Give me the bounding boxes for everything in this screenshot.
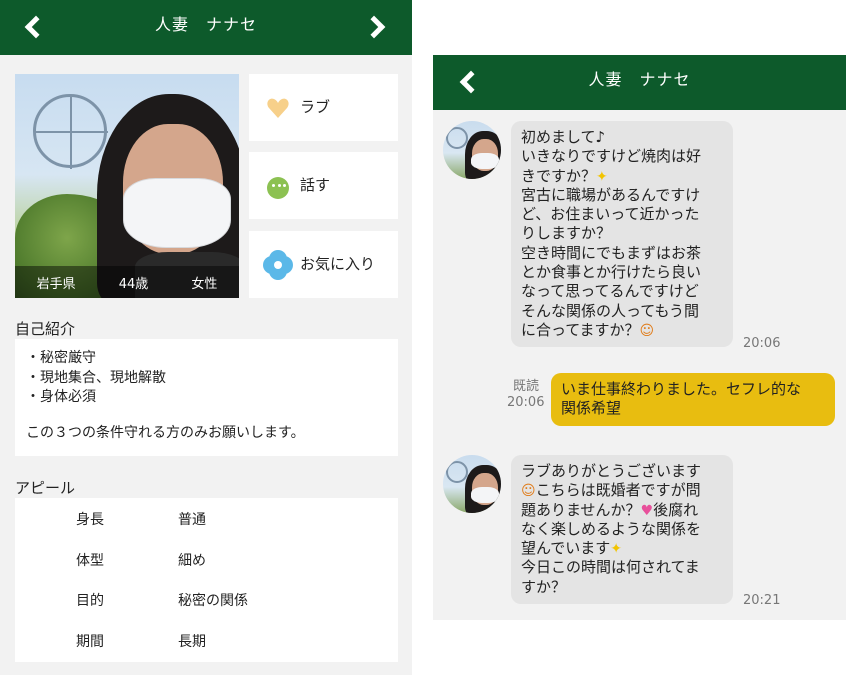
appeal-value: 細め — [178, 553, 206, 569]
photo-meta: 岩手県 44歳 女性 — [15, 266, 239, 298]
chat-bubble-icon — [267, 177, 289, 199]
favorite-button[interactable]: お気に入り — [249, 231, 398, 298]
message-line: 後腐れ — [653, 500, 699, 519]
appeal-key: 目的 — [76, 593, 104, 609]
favorite-label: お気に入り — [300, 255, 376, 273]
two-hearts-icon: ♥ — [640, 502, 654, 519]
appeal-table: 身長 普通 体型 細め 目的 秘密の関係 期間 長期 — [15, 498, 398, 662]
chat-title: 人妻 ナナセ — [588, 70, 691, 89]
message-line: なって思ってるんですけど — [521, 282, 699, 301]
location-label: 岩手県 — [36, 276, 76, 292]
intro-note: この３つの条件守れる方のみお願いします。 — [26, 424, 305, 441]
appeal-key: 身長 — [76, 512, 104, 528]
message-line: 今日この時間は何されてま — [521, 558, 700, 577]
sparkle-icon: ✦ — [596, 168, 608, 185]
incoming-message: ラブありがとうございます ☺こちらは既婚者ですが問 題ありませんか？♥後腐れ な… — [511, 455, 733, 605]
message-line: いきなりですけど焼肉は好 — [521, 147, 702, 166]
message-line: ど、お住まいって近かった — [521, 205, 700, 224]
talk-label: 話す — [300, 176, 331, 194]
message-line: なく楽しめるような関係を — [521, 519, 702, 538]
message-line: 関係希望 — [561, 399, 622, 418]
appeal-heading: アピール — [15, 479, 76, 497]
message-time: 20:21 — [743, 593, 781, 608]
flower-icon — [267, 254, 289, 276]
message-line: こちらは既婚者ですが問 — [535, 481, 701, 500]
appeal-value: 秘密の関係 — [178, 593, 248, 609]
message-line: 望んでいます — [521, 539, 611, 558]
intro-line: ・現地集合、現地解散 — [26, 369, 166, 386]
talk-button[interactable]: 話す — [249, 152, 398, 219]
incoming-message: 初めまして♪ いきなりですけど焼肉は好 きですか？✦ 宮古に職場があるんですけ … — [511, 121, 733, 348]
message-line: きですか？ — [521, 166, 597, 185]
appeal-row: 体型 細め — [15, 541, 398, 581]
love-button[interactable]: ラブ — [249, 74, 398, 141]
avatar[interactable] — [443, 121, 501, 179]
forward-button[interactable] — [358, 7, 398, 47]
message-line: 初めまして♪ — [521, 128, 606, 146]
intro-heading: 自己紹介 — [15, 320, 76, 338]
profile-header: 人妻 ナナセ — [0, 0, 412, 55]
smiling-hearts-icon: ☺ — [521, 483, 536, 500]
message-line: 空き時間にでもまずはお茶 — [521, 243, 702, 262]
heart-icon — [267, 98, 289, 120]
profile-photo[interactable]: 岩手県 44歳 女性 — [15, 74, 239, 298]
message-line: とか食事とか行けたら良い — [521, 263, 702, 282]
appeal-key: 体型 — [76, 553, 104, 569]
intro-box: ・秘密厳守 ・現地集合、現地解散 ・身体必須 この３つの条件守れる方のみお願いし… — [15, 339, 398, 456]
appeal-key: 期間 — [76, 634, 104, 650]
message-line: いま仕事終わりました。セフレ的な — [561, 380, 802, 398]
message-time: 20:06 — [507, 395, 545, 410]
profile-title: 人妻 ナナセ — [154, 15, 257, 34]
message-line: すか？ — [521, 577, 567, 596]
chat-screen: 人妻 ナナセ 初めまして♪ いきなりですけど焼肉は好 きですか？✦ 宮古に職場が… — [433, 55, 846, 620]
message-line: りしますか？ — [521, 224, 612, 243]
chevron-right-icon — [362, 15, 386, 39]
appeal-value: 長期 — [178, 634, 206, 650]
intro-line: ・秘密厳守 — [26, 350, 96, 366]
appeal-value: 普通 — [178, 512, 206, 528]
read-receipt: 既読 — [513, 379, 540, 394]
age-label: 44歳 — [118, 276, 149, 292]
message-line: そんな関係の人ってもう間 — [521, 301, 700, 320]
profile-screen: 人妻 ナナセ 岩手県 44歳 女性 ラブ 話す お気に入り 自己紹介 ・秘密厳守… — [0, 0, 412, 675]
sparkle-icon: ✦ — [610, 541, 622, 558]
ferris-wheel — [33, 94, 108, 169]
gender-label: 女性 — [191, 276, 218, 292]
appeal-row: 身長 普通 — [15, 500, 398, 540]
message-line: 宮古に職場があるんですけ — [521, 185, 701, 204]
intro-line: ・身体必須 — [26, 389, 96, 405]
appeal-row: 目的 秘密の関係 — [15, 581, 398, 621]
appeal-row: 期間 長期 — [15, 622, 398, 662]
message-line: に合ってますか？ — [521, 320, 640, 339]
chat-header: 人妻 ナナセ — [433, 55, 846, 110]
smiling-hearts-icon: ☺ — [639, 322, 655, 339]
avatar[interactable] — [443, 455, 501, 513]
message-time: 20:06 — [743, 336, 781, 351]
message-line: 題ありませんか？ — [521, 500, 641, 519]
love-label: ラブ — [300, 98, 331, 116]
message-line: ラブありがとうございます — [521, 462, 702, 480]
outgoing-message: いま仕事終わりました。セフレ的な 関係希望 — [551, 373, 835, 426]
